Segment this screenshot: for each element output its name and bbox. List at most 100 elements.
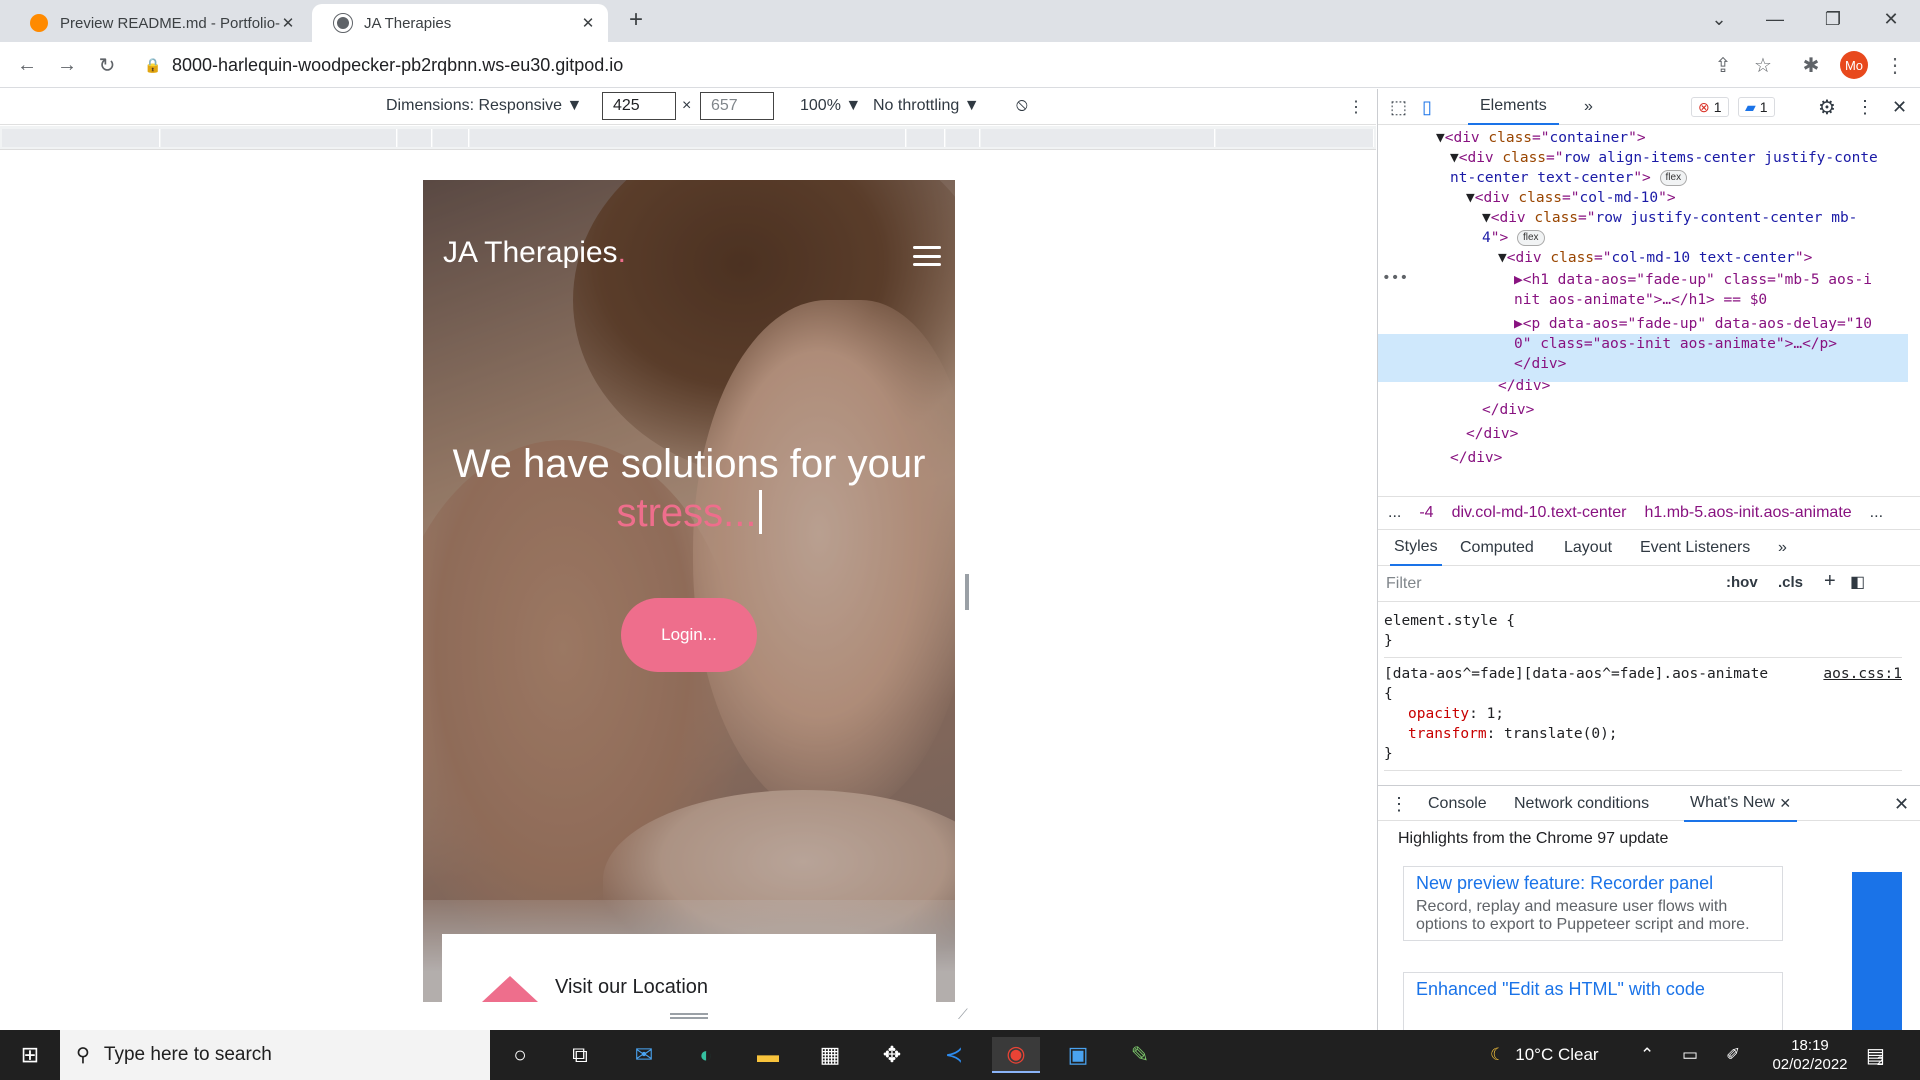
minimize-icon[interactable]: — xyxy=(1746,0,1804,38)
file-explorer-icon[interactable]: ▬ xyxy=(744,1037,792,1073)
dom-node[interactable]: ▼<div class="col-md-10 text-center"> xyxy=(1498,246,1812,270)
notifications-icon[interactable]: ▤ 2 xyxy=(1866,1030,1885,1080)
hamburger-menu-icon[interactable] xyxy=(913,246,941,266)
edge-icon[interactable]: ◐ xyxy=(682,1037,730,1073)
photos-icon[interactable]: ▣ xyxy=(1054,1037,1102,1073)
device-toggle-icon[interactable]: ▯ xyxy=(1422,89,1432,125)
chrome-icon[interactable]: ◉ xyxy=(992,1037,1040,1073)
flex-badge[interactable]: flex xyxy=(1659,170,1688,186)
drawer-menu-icon[interactable]: ⋮ xyxy=(1390,786,1408,822)
whats-new-panel: Highlights from the Chrome 97 update New… xyxy=(1378,822,1920,1032)
node-ellipsis[interactable]: ••• xyxy=(1382,266,1408,290)
tab-readme-preview[interactable]: Preview README.md - Portfolio-I ✕ xyxy=(8,4,308,42)
menu-kebab-icon[interactable]: ⋮ xyxy=(1880,50,1910,80)
style-property[interactable]: transform: translate(0); xyxy=(1384,724,1902,744)
message-count-badge[interactable]: ▰ 1 xyxy=(1738,97,1775,117)
devtools-menu-icon[interactable]: ⋮ xyxy=(1856,89,1874,125)
dropbox-icon[interactable]: ✥ xyxy=(868,1037,916,1073)
windows-start-icon[interactable]: ⊞ xyxy=(6,1037,54,1073)
inspect-element-icon[interactable]: ⬚ xyxy=(1390,89,1407,125)
close-devtools-icon[interactable]: ✕ xyxy=(1892,89,1907,125)
throttling-select[interactable]: No throttling ▼ xyxy=(873,97,980,115)
location-card[interactable]: Visit our Location xyxy=(442,934,936,1002)
hov-toggle[interactable]: :hov xyxy=(1726,574,1758,591)
close-window-icon[interactable]: ✕ xyxy=(1862,0,1920,38)
breadcrumb-more[interactable]: ... xyxy=(1388,504,1401,522)
viewport-resize-handle-bottom[interactable] xyxy=(670,1013,708,1019)
device-icon[interactable]: ▭ xyxy=(1682,1030,1698,1080)
site-brand[interactable]: JA Therapies. xyxy=(443,236,626,270)
vscode-icon[interactable]: ≺ xyxy=(930,1037,978,1073)
login-button[interactable]: Login... xyxy=(621,598,757,672)
media-query-bar[interactable] xyxy=(0,126,1376,150)
breadcrumb-item[interactable]: -4 xyxy=(1419,504,1433,522)
dimensions-select[interactable]: Dimensions: Responsive ▼ xyxy=(386,97,582,115)
rotate-icon[interactable]: ⦸ xyxy=(1016,94,1028,115)
closing-tag: </div> xyxy=(1466,426,1519,442)
restore-icon[interactable]: ❐ xyxy=(1804,0,1862,38)
rule-source-link[interactable]: aos.css:1 xyxy=(1823,664,1902,684)
flex-badge[interactable]: flex xyxy=(1516,230,1545,246)
element-style-rule[interactable]: element.style { } xyxy=(1384,609,1902,658)
reload-icon[interactable]: ↻ xyxy=(92,50,122,80)
width-input[interactable]: 425 xyxy=(602,92,676,120)
whats-new-card[interactable]: New preview feature: Recorder panel Reco… xyxy=(1403,866,1783,941)
tab-styles[interactable]: Styles xyxy=(1390,530,1442,566)
search-icon: ⚲ xyxy=(76,1044,90,1066)
breadcrumb-item[interactable]: div.col-md-10.text-center xyxy=(1452,504,1627,522)
weather-widget[interactable]: ☾ 10°C Clear xyxy=(1490,1030,1599,1080)
height-input[interactable]: 657 xyxy=(700,92,774,120)
more-tabs-icon[interactable]: » xyxy=(1584,89,1593,125)
viewport-resize-corner-icon[interactable]: ⟋ xyxy=(958,1006,968,1023)
tab-console[interactable]: Console xyxy=(1428,786,1487,822)
breadcrumb-more[interactable]: ... xyxy=(1870,504,1883,522)
close-drawer-icon[interactable]: ✕ xyxy=(1894,786,1909,822)
mail-icon[interactable]: ✉ xyxy=(620,1037,668,1073)
task-view-icon[interactable]: ⧉ xyxy=(556,1037,604,1073)
profile-avatar[interactable]: Mo xyxy=(1840,51,1868,79)
bookmark-star-icon[interactable]: ☆ xyxy=(1748,50,1778,80)
zoom-select[interactable]: 100% ▼ xyxy=(800,97,861,115)
close-tab-icon[interactable]: ✕ xyxy=(580,14,596,32)
tab-strip: Preview README.md - Portfolio-I ✕ JA The… xyxy=(0,0,1920,42)
cls-toggle[interactable]: .cls xyxy=(1778,574,1803,591)
clock[interactable]: 18:19 02/02/2022 xyxy=(1768,1036,1852,1074)
taskbar-search[interactable]: ⚲ Type here to search xyxy=(60,1030,490,1080)
show-hidden-icons-chevron-icon[interactable]: ⌃ xyxy=(1640,1030,1654,1080)
viewport-resize-handle-right[interactable] xyxy=(965,574,969,610)
extensions-icon[interactable]: ✱ xyxy=(1796,50,1826,80)
styles-filter-input[interactable]: Filter xyxy=(1386,575,1422,593)
dom-tree[interactable]: ▼<div class="container"> ▼<div class="ro… xyxy=(1378,126,1908,496)
tab-ja-therapies[interactable]: JA Therapies ✕ xyxy=(312,4,608,42)
tab-network-conditions[interactable]: Network conditions xyxy=(1514,786,1649,822)
cortana-icon[interactable]: ○ xyxy=(496,1037,544,1073)
card-title[interactable]: New preview feature: Recorder panel xyxy=(1416,873,1770,894)
notepad-icon[interactable]: ✎ xyxy=(1116,1037,1164,1073)
tab-elements[interactable]: Elements xyxy=(1468,89,1559,125)
store-icon[interactable]: ▦ xyxy=(806,1037,854,1073)
tab-event-listeners[interactable]: Event Listeners xyxy=(1640,530,1750,566)
aos-animate-rule[interactable]: [data-aos^=fade][data-aos^=fade].aos-ani… xyxy=(1384,662,1902,771)
close-tab-icon[interactable]: ✕ xyxy=(1779,795,1791,812)
close-tab-icon[interactable]: ✕ xyxy=(280,14,296,32)
settings-gear-icon[interactable]: ⚙ xyxy=(1818,89,1836,125)
pen-icon[interactable]: ✐ xyxy=(1726,1030,1740,1080)
address-bar[interactable]: 🔒 8000-harlequin-woodpecker-pb2rqbnn.ws-… xyxy=(144,46,1724,84)
new-style-rule-icon[interactable]: + xyxy=(1824,570,1836,593)
card-title[interactable]: Enhanced "Edit as HTML" with code xyxy=(1416,979,1770,1000)
whats-new-card[interactable]: Enhanced "Edit as HTML" with code xyxy=(1403,972,1783,1032)
style-property[interactable]: opacity: 1; xyxy=(1384,704,1902,724)
error-count-badge[interactable]: ⊗ 1 xyxy=(1691,97,1729,117)
new-tab-button[interactable]: + xyxy=(620,6,652,38)
device-options-icon[interactable]: ⋮ xyxy=(1348,97,1364,117)
toggle-sidebar-icon[interactable]: ◧ xyxy=(1850,572,1865,592)
share-icon[interactable]: ⇪ xyxy=(1708,50,1738,80)
tab-whats-new[interactable]: What's New ✕ xyxy=(1684,786,1798,822)
breadcrumb-item-active[interactable]: h1.mb-5.aos-init.aos-animate xyxy=(1644,504,1851,522)
tab-layout[interactable]: Layout xyxy=(1564,530,1612,566)
tab-search-chevron-icon[interactable]: ⌄ xyxy=(1690,0,1748,38)
forward-icon[interactable]: → xyxy=(52,50,82,80)
tab-computed[interactable]: Computed xyxy=(1460,530,1534,566)
back-icon[interactable]: ← xyxy=(12,50,42,80)
more-subtabs-icon[interactable]: » xyxy=(1778,530,1787,566)
